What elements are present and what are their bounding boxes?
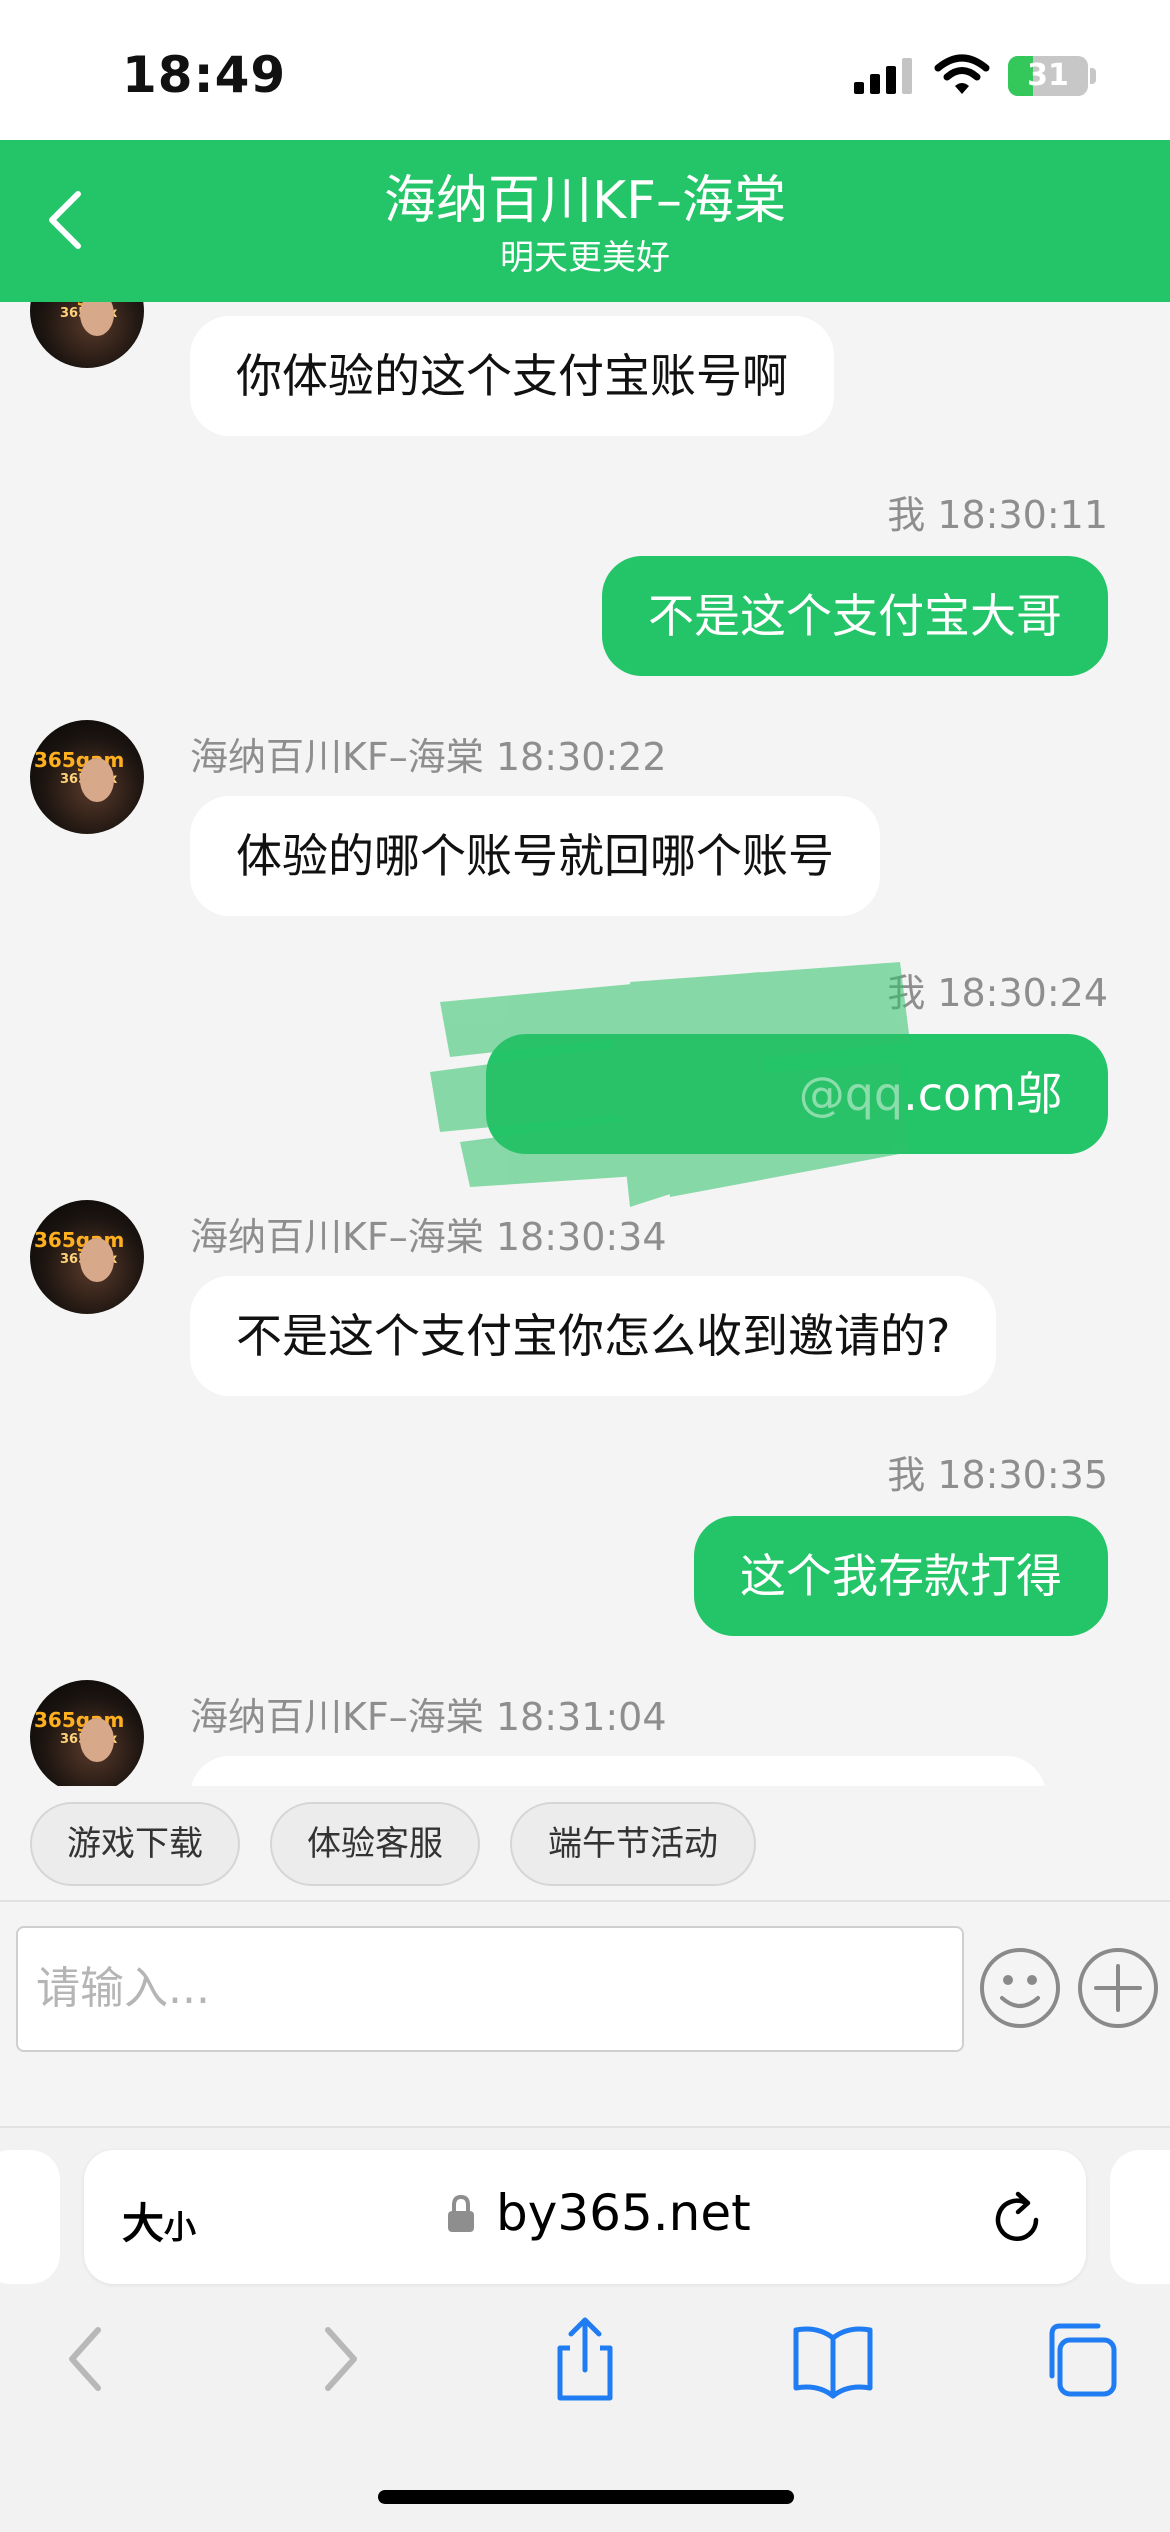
back-icon[interactable] <box>42 2314 132 2404</box>
chat-thread[interactable]: 365gam 365.xxx 你体验的这个支付宝账号啊 我 18:30:11 不… <box>0 302 1170 1786</box>
message-bubble-incoming[interactable]: 不是这个支付宝你怎么收到邀请的? <box>190 1276 997 1396</box>
message-bubble-incoming[interactable]: 你体验的这个支付宝账号啊 <box>190 316 834 436</box>
chat-subtitle: 明天更美好 <box>500 238 670 278</box>
battery-percent: 31 <box>1027 58 1069 93</box>
battery-icon: 31 <box>1008 56 1088 96</box>
agent-avatar[interactable]: 365gam 365.xxx <box>30 720 144 834</box>
redaction-scribble <box>430 962 910 1207</box>
agent-avatar[interactable]: 365gam 365.xxx <box>30 1200 144 1314</box>
message-meta: 我 18:30:11 <box>887 493 1108 537</box>
agent-avatar[interactable]: 365gam 365.xxx <box>30 1680 144 1786</box>
message-input[interactable]: 请输入... <box>16 1926 964 2052</box>
battery-cap <box>1090 68 1096 84</box>
cellular-signal-icon <box>854 58 912 94</box>
quick-reply-trial-service[interactable]: 体验客服 <box>270 1802 480 1886</box>
emoji-icon[interactable] <box>978 1946 1062 2030</box>
status-bar: 18:49 31 <box>0 0 1170 140</box>
message-bubble-incoming[interactable]: 体验的哪个账号就回哪个账号 <box>190 796 880 916</box>
message-meta: 海纳百川KF–海棠 18:31:04 <box>190 1695 667 1739</box>
message-meta: 海纳百川KF–海棠 18:30:34 <box>190 1215 667 1259</box>
share-icon[interactable] <box>540 2314 630 2404</box>
reload-icon[interactable] <box>988 2188 1048 2248</box>
wifi-icon <box>934 54 990 94</box>
message-meta: 海纳百川KF–海棠 18:30:22 <box>190 735 667 779</box>
forward-icon[interactable] <box>294 2314 384 2404</box>
status-time: 18:49 <box>122 46 287 104</box>
text-size-button[interactable]: 大小 <box>122 2190 196 2251</box>
lock-icon <box>448 2194 474 2232</box>
quick-replies-bar: 游戏下载 体验客服 端午节活动 <box>0 1786 1170 1902</box>
address-bar[interactable]: 大小 by365.net <box>84 2150 1086 2284</box>
next-tab-peek[interactable] <box>1110 2150 1170 2284</box>
message-meta: 我 18:30:35 <box>887 1453 1108 1497</box>
message-bubble-outgoing[interactable]: 这个我存款打得 <box>694 1516 1108 1636</box>
bookmarks-icon[interactable] <box>788 2314 878 2404</box>
quick-reply-game-download[interactable]: 游戏下载 <box>30 1802 240 1886</box>
previous-tab-peek[interactable] <box>0 2150 60 2284</box>
chat-header: 海纳百川KF–海棠 明天更美好 <box>0 140 1170 302</box>
browser-nav-row <box>0 2314 1170 2424</box>
compose-bar: 请输入... <box>0 1902 1170 2128</box>
message-bubble-incoming[interactable] <box>190 1756 1046 1786</box>
tabs-icon[interactable] <box>1034 2314 1124 2404</box>
browser-toolbar: 大小 by365.net <box>0 2128 1170 2532</box>
message-bubble-outgoing[interactable]: 不是这个支付宝大哥 <box>602 556 1108 676</box>
quick-reply-dragon-boat-event[interactable]: 端午节活动 <box>510 1802 756 1886</box>
url-text[interactable]: by365.net <box>496 2184 751 2242</box>
chat-title: 海纳百川KF–海棠 <box>383 171 786 231</box>
plus-icon[interactable] <box>1076 1946 1160 2030</box>
home-indicator <box>378 2490 794 2504</box>
agent-avatar[interactable]: 365gam 365.xxx <box>30 302 144 368</box>
